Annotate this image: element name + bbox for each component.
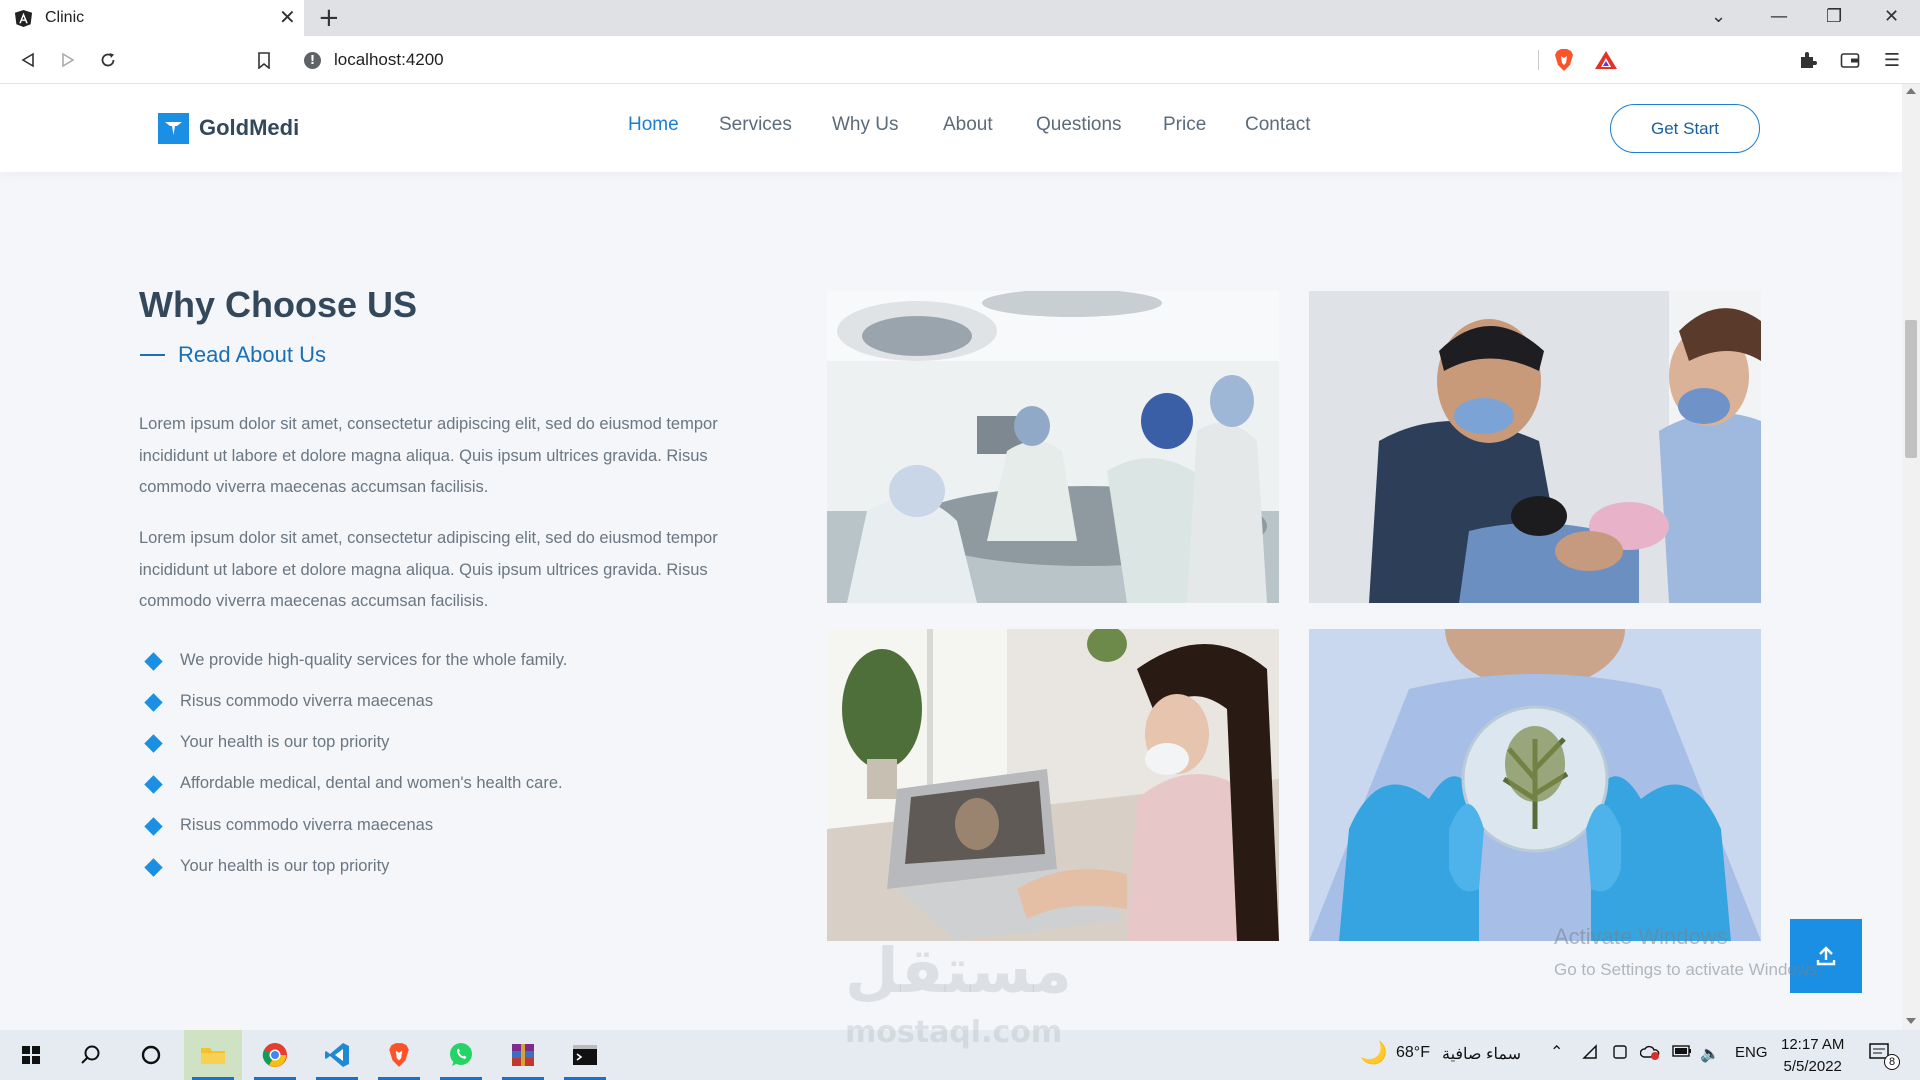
wallet-icon[interactable] xyxy=(1838,48,1862,72)
network-icon[interactable] xyxy=(1582,1044,1600,1065)
nav-home[interactable]: Home xyxy=(628,114,679,136)
clock-time: 12:17 AM xyxy=(1781,1036,1845,1053)
brave-shields-icon[interactable] xyxy=(1552,48,1576,72)
diamond-bullet-icon xyxy=(144,857,163,877)
scroll-up-icon[interactable] xyxy=(1906,88,1916,94)
reload-icon[interactable] xyxy=(96,48,120,72)
battery-icon[interactable] xyxy=(1672,1044,1692,1063)
dentist-photo xyxy=(1309,291,1761,603)
scroll-to-top-button[interactable] xyxy=(1790,919,1862,993)
feature-item: Risus commodo viverra maecenas xyxy=(144,690,433,714)
feature-item: Risus commodo viverra maecenas xyxy=(144,814,433,838)
nav-services[interactable]: Services xyxy=(719,114,792,136)
new-tab-icon[interactable]: + xyxy=(318,3,340,33)
tab-close-icon[interactable]: ✕ xyxy=(279,6,296,28)
feature-item: Your health is our top priority xyxy=(144,731,389,755)
nav-about[interactable]: About xyxy=(943,114,993,136)
feature-text: Risus commodo viverra maecenas xyxy=(180,692,434,710)
diamond-bullet-icon xyxy=(144,816,163,836)
browser-tab-strip: Clinic ✕ + ⌄ — ❐ ✕ xyxy=(0,0,1920,36)
diamond-bullet-icon xyxy=(144,733,163,753)
weather-moon-icon[interactable]: 🌙 xyxy=(1360,1040,1387,1066)
vscode-icon[interactable] xyxy=(308,1030,366,1080)
site-info-icon[interactable]: ! xyxy=(304,52,321,69)
weather-text[interactable]: سماء صافية xyxy=(1442,1044,1521,1064)
address-bar[interactable]: ! localhost:4200 xyxy=(292,42,1587,78)
weather-temp[interactable]: 68°F xyxy=(1396,1044,1430,1062)
diamond-bullet-icon xyxy=(144,774,163,794)
nav-why-us[interactable]: Why Us xyxy=(832,114,899,136)
onedrive-icon[interactable] xyxy=(1639,1044,1660,1065)
get-start-button[interactable]: Get Start xyxy=(1610,104,1760,153)
feature-text: Affordable medical, dental and women's h… xyxy=(180,774,563,792)
subtitle-text: Read About Us xyxy=(178,342,326,367)
section-title: Why Choose US xyxy=(139,284,418,325)
feature-item: Your health is our top priority xyxy=(144,855,389,879)
activate-windows-title: Activate Windows xyxy=(1554,924,1728,949)
whatsapp-icon[interactable] xyxy=(432,1030,490,1080)
scroll-down-icon[interactable] xyxy=(1906,1018,1916,1024)
surgery-team-photo xyxy=(827,291,1279,603)
terminal-icon[interactable] xyxy=(556,1030,614,1080)
logo-mark-icon xyxy=(158,112,189,144)
tab-search-icon[interactable]: ⌄ xyxy=(1711,6,1726,28)
lab-petri-dish-photo xyxy=(1309,629,1761,941)
activate-windows-hint: Go to Settings to activate Windows. xyxy=(1554,960,1823,979)
nav-price[interactable]: Price xyxy=(1163,114,1206,136)
intro-paragraph-1: Lorem ipsum dolor sit amet, consectetur … xyxy=(139,415,718,496)
menu-icon[interactable]: ☰ xyxy=(1880,48,1904,72)
feature-text: Your health is our top priority xyxy=(180,857,390,875)
feature-text: We provide high-quality services for the… xyxy=(180,651,568,669)
feature-item: We provide high-quality services for the… xyxy=(144,649,567,673)
bookmark-icon[interactable] xyxy=(252,48,276,72)
url-text[interactable]: localhost:4200 xyxy=(334,50,444,70)
brave-rewards-icon[interactable] xyxy=(1594,48,1618,72)
page-scrollbar[interactable] xyxy=(1902,84,1920,1030)
nav-questions[interactable]: Questions xyxy=(1036,114,1122,136)
subtitle-dash xyxy=(140,354,165,356)
nav-contact[interactable]: Contact xyxy=(1245,114,1310,136)
back-icon[interactable] xyxy=(16,48,40,72)
windows-start-icon[interactable] xyxy=(2,1030,60,1080)
site-header: GoldMedi Home Services Why Us About Ques… xyxy=(0,84,1902,172)
forward-icon[interactable] xyxy=(56,48,80,72)
intro-paragraph-2: Lorem ipsum dolor sit amet, consectetur … xyxy=(139,529,718,610)
diamond-bullet-icon xyxy=(144,692,163,712)
brave-icon[interactable] xyxy=(370,1030,428,1080)
telemedicine-laptop-photo xyxy=(827,629,1279,941)
mostaql-watermark-latin: mostaql.com xyxy=(845,1015,1063,1050)
feature-text: Risus commodo viverra maecenas xyxy=(180,816,434,834)
meet-now-icon[interactable] xyxy=(1612,1044,1628,1065)
clock-date: 5/5/2022 xyxy=(1783,1058,1842,1075)
angular-icon xyxy=(14,9,33,28)
clock[interactable]: 12:17 AM 5/5/2022 xyxy=(1781,1034,1844,1078)
browser-toolbar: ! localhost:4200 ☰ xyxy=(0,36,1920,84)
diamond-bullet-icon xyxy=(144,651,163,671)
notification-count-badge: 8 xyxy=(1884,1054,1900,1070)
show-hidden-icons[interactable]: ⌃ xyxy=(1550,1042,1563,1062)
search-icon[interactable] xyxy=(62,1030,120,1080)
extensions-icon[interactable] xyxy=(1796,48,1820,72)
site-logo[interactable]: GoldMedi xyxy=(158,112,299,144)
language-indicator[interactable]: ENG xyxy=(1735,1044,1768,1061)
volume-icon[interactable]: 🔈 xyxy=(1700,1044,1720,1064)
brand-name: GoldMedi xyxy=(199,115,300,140)
section-subtitle: Read About Us xyxy=(140,342,326,368)
url-divider xyxy=(1538,50,1539,70)
browser-tab[interactable]: Clinic ✕ xyxy=(0,0,304,36)
mostaql-watermark: مستقل xyxy=(845,934,1072,1007)
tab-title: Clinic xyxy=(45,9,85,26)
web-page: GoldMedi Home Services Why Us About Ques… xyxy=(0,84,1902,1030)
chrome-icon[interactable] xyxy=(246,1030,304,1080)
cortana-icon[interactable] xyxy=(122,1030,180,1080)
close-window-icon[interactable]: ✕ xyxy=(1884,6,1899,28)
restore-icon[interactable]: ❐ xyxy=(1826,6,1842,28)
feature-text: Your health is our top priority xyxy=(180,733,390,751)
feature-item: Affordable medical, dental and women's h… xyxy=(144,772,563,796)
file-explorer-icon[interactable] xyxy=(184,1030,242,1080)
minimize-icon[interactable]: — xyxy=(1770,6,1788,28)
scrollbar-thumb[interactable] xyxy=(1905,320,1917,458)
winrar-icon[interactable] xyxy=(494,1030,552,1080)
